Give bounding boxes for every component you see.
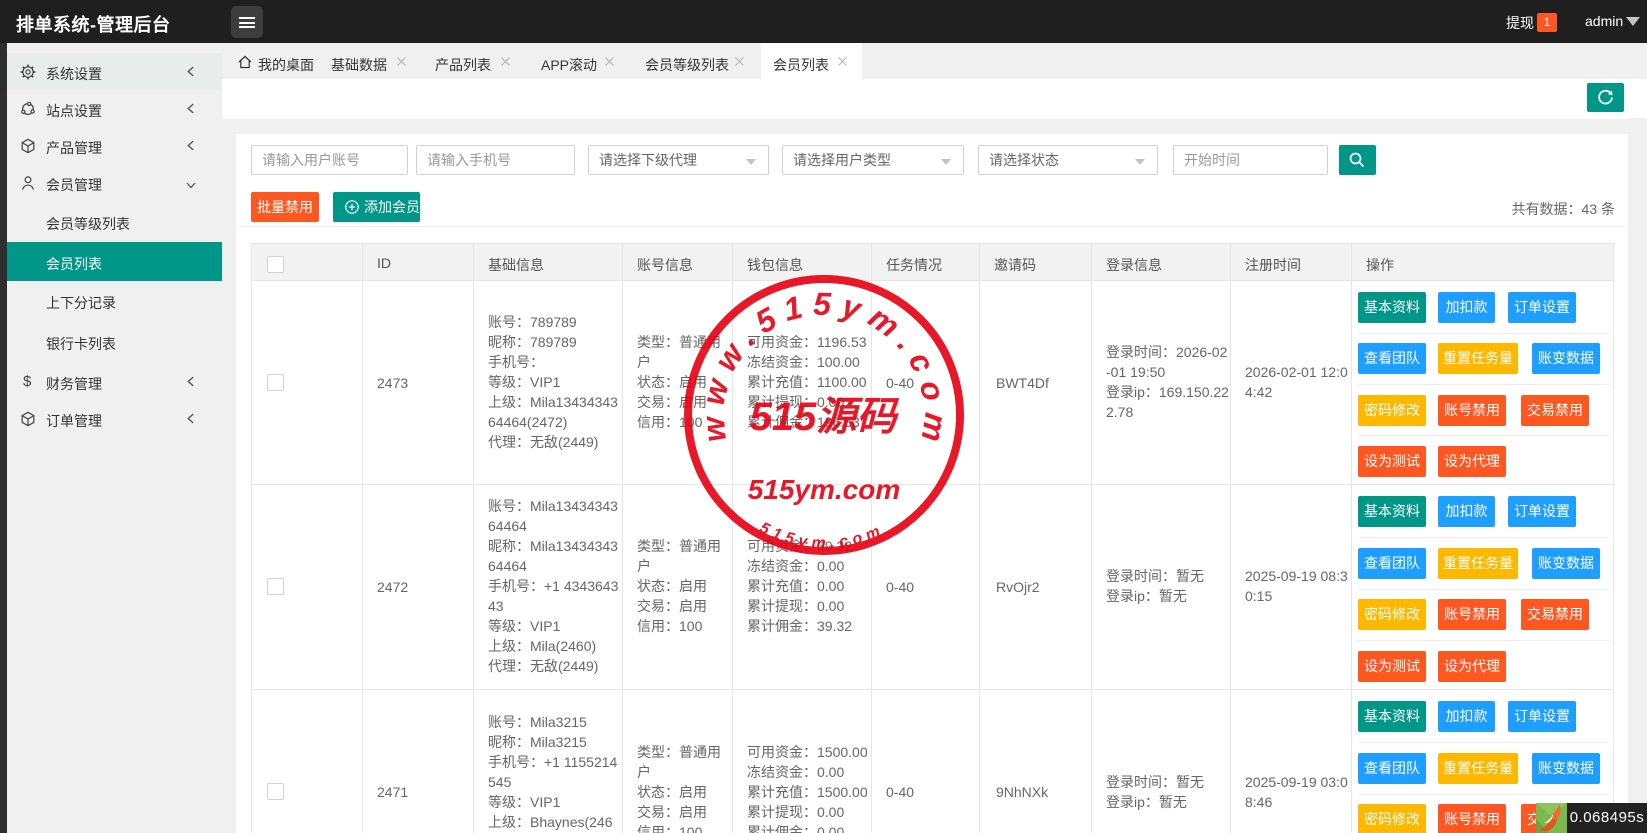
svg-text:515ym.com: 515ym.com — [748, 474, 901, 505]
svg-text:515源码: 515源码 — [750, 395, 900, 439]
